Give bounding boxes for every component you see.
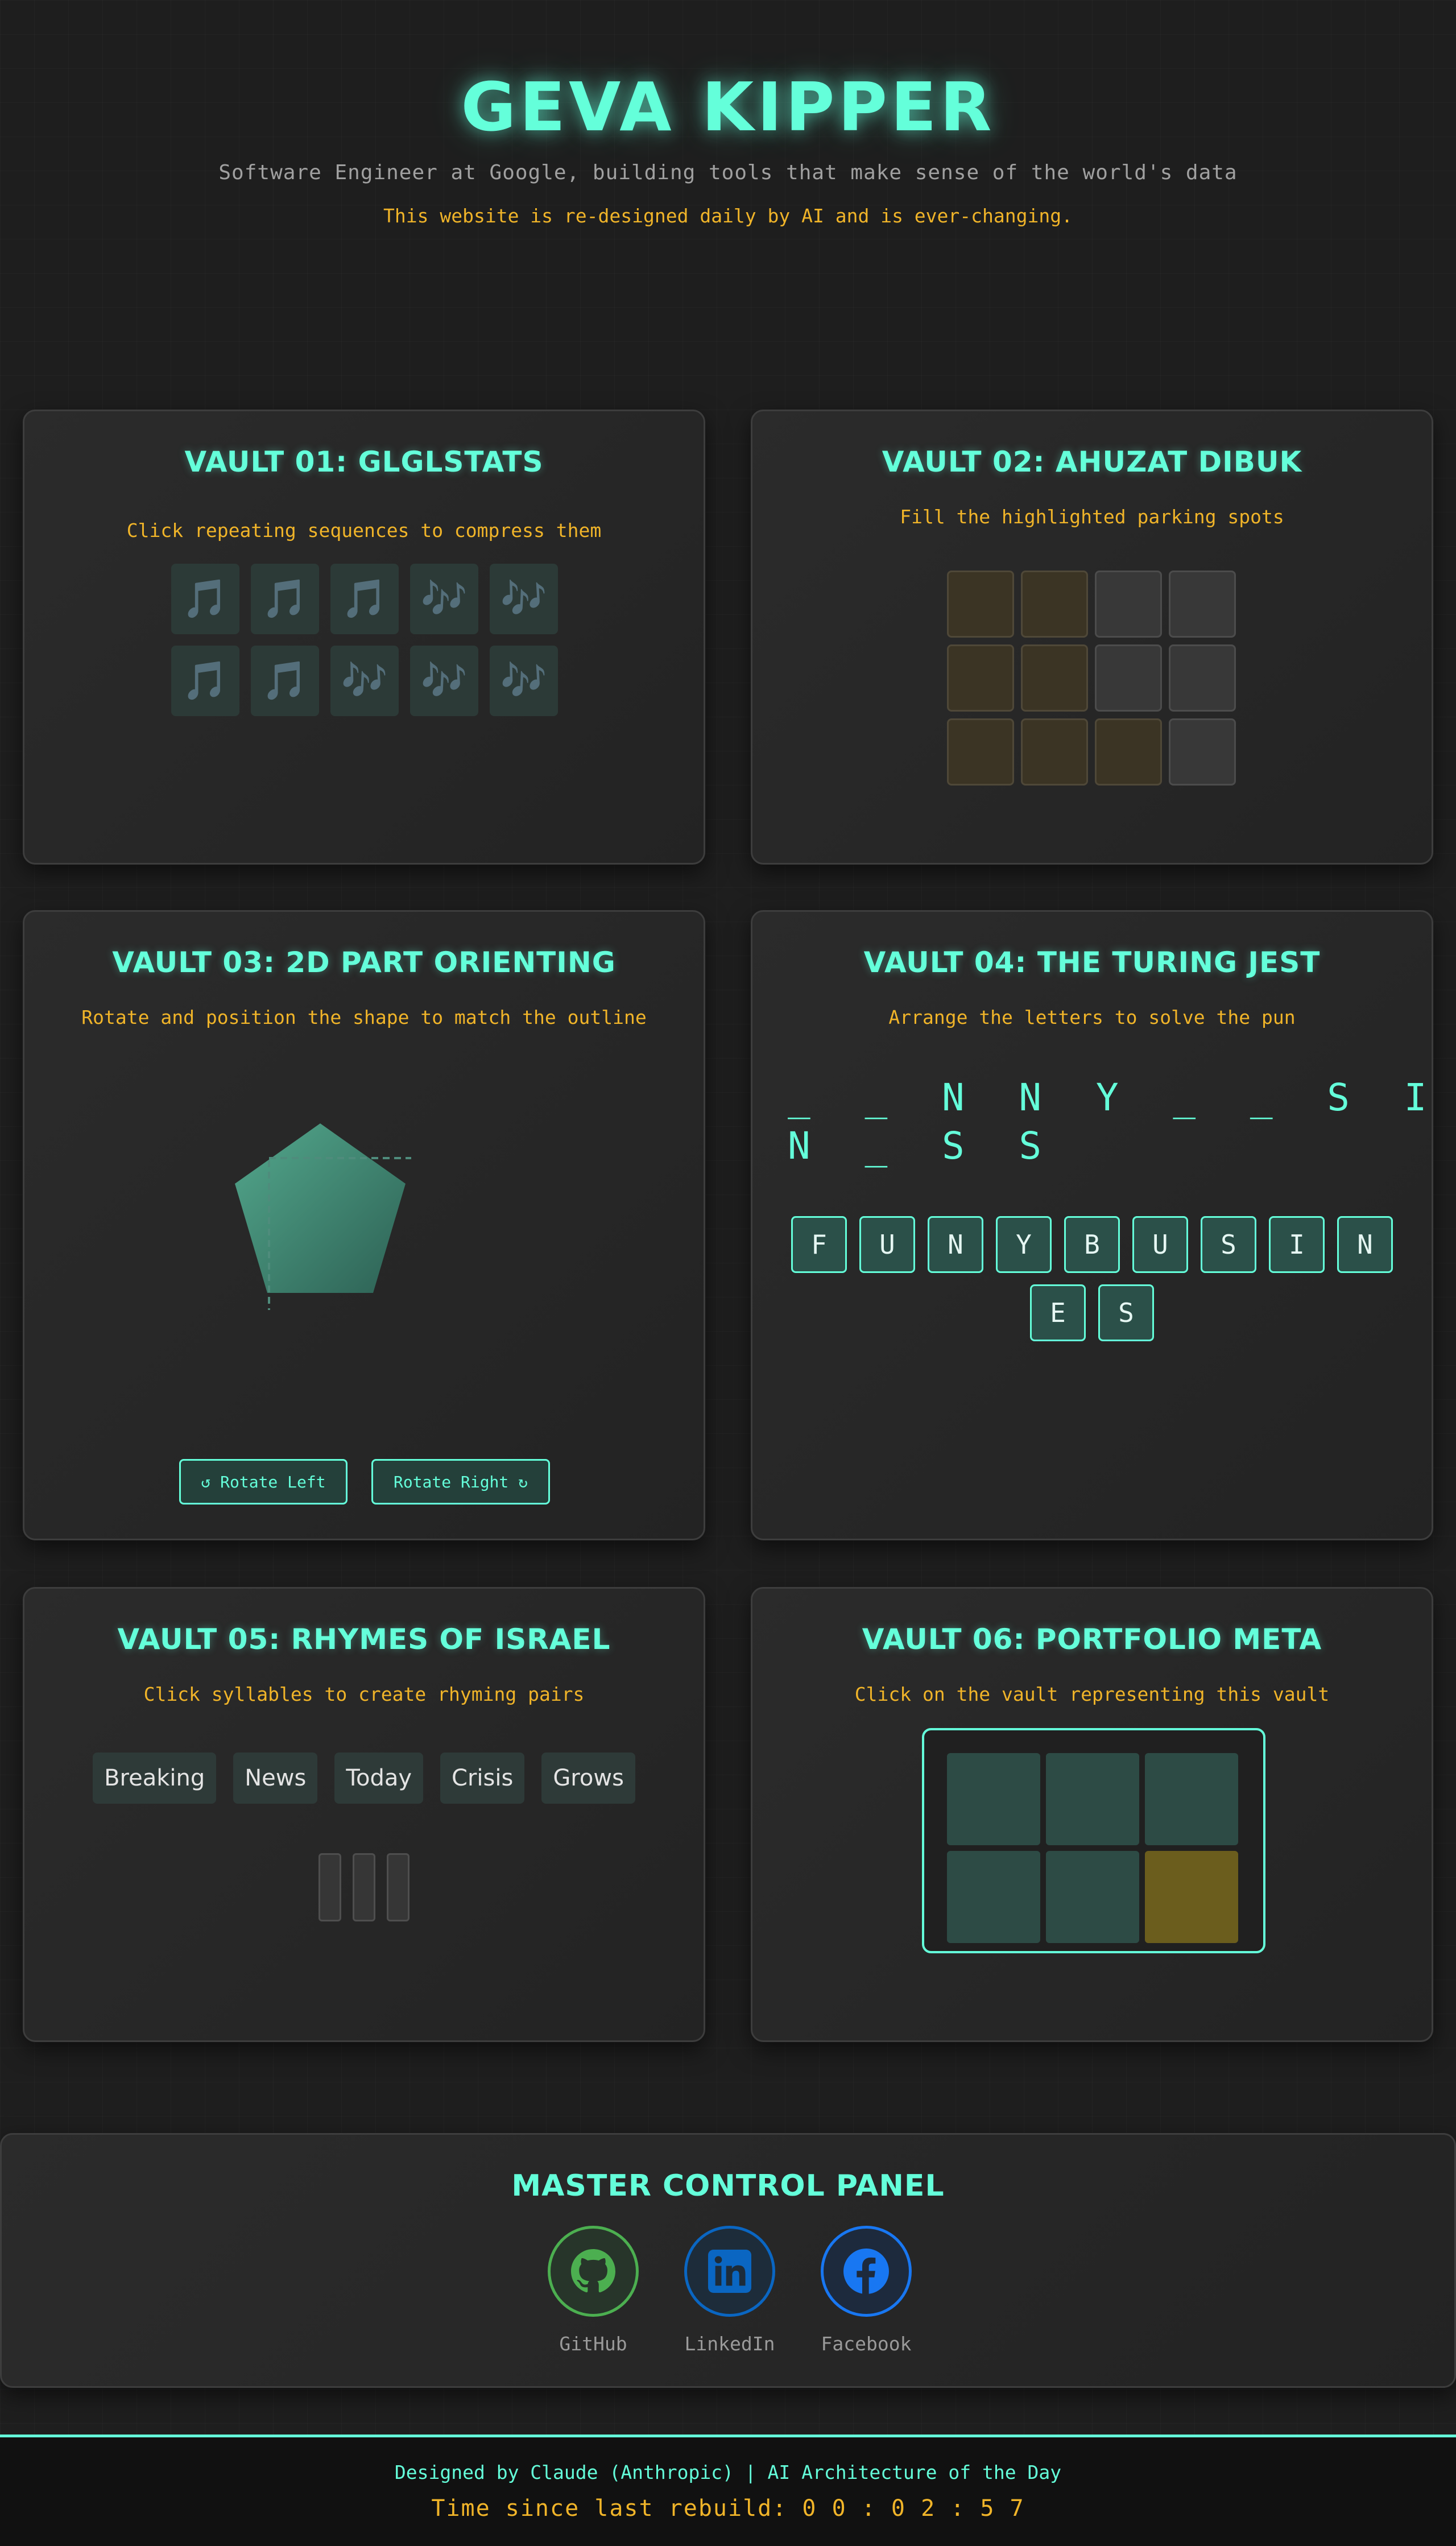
vault-06-instruction: Click on the vault representing this vau… — [854, 1683, 1330, 1705]
parking-spot[interactable] — [947, 571, 1014, 638]
master-control-panel: MASTER CONTROL PANEL GitHub LinkedIn Fac… — [0, 2133, 1456, 2388]
letter-tile[interactable]: Y — [996, 1216, 1052, 1273]
letter-tile[interactable]: N — [928, 1216, 983, 1273]
parking-spot[interactable] — [1021, 571, 1088, 638]
letter-tile[interactable]: U — [859, 1216, 915, 1273]
vault-04-card: VAULT 04: THE TURING JEST Arrange the le… — [751, 910, 1433, 1540]
site-subtitle: Software Engineer at Google, building to… — [218, 161, 1238, 184]
vault-06-title: VAULT 06: PORTFOLIO META — [862, 1623, 1322, 1656]
music-notes-tile[interactable]: 🎶 — [490, 564, 558, 634]
parking-grid — [947, 571, 1236, 786]
vault-05-card: VAULT 05: RHYMES OF ISRAEL Click syllabl… — [23, 1587, 705, 2042]
mini-vault-cell[interactable] — [947, 1753, 1040, 1845]
rhyme-slot[interactable] — [318, 1853, 341, 1921]
vault-01-card: VAULT 01: GLGLSTATS Click repeating sequ… — [23, 410, 705, 865]
letter-tile[interactable]: S — [1098, 1284, 1154, 1341]
music-note-tile[interactable]: 🎵 — [330, 564, 399, 634]
rhyme-slots — [24, 1853, 704, 1921]
linkedin-icon — [684, 2226, 775, 2317]
parking-spot[interactable] — [1021, 718, 1088, 786]
mini-vault-grid — [947, 1753, 1238, 1943]
letter-tile[interactable]: N — [1337, 1216, 1393, 1273]
site-header: GEVA KIPPER Software Engineer at Google,… — [0, 0, 1456, 341]
facebook-label: Facebook — [821, 2333, 912, 2355]
syllable-chip[interactable]: Crisis — [440, 1753, 525, 1804]
vault-04-instruction: Arrange the letters to solve the pun — [888, 1006, 1296, 1028]
parking-spot[interactable] — [1095, 718, 1162, 786]
music-note-tile[interactable]: 🎵 — [251, 646, 319, 716]
letter-tile[interactable]: U — [1132, 1216, 1188, 1273]
vault-01-title: VAULT 01: GLGLSTATS — [184, 445, 544, 478]
site-title: GEVA KIPPER — [461, 68, 995, 146]
vault-02-card: VAULT 02: AHUZAT DIBUK Fill the highligh… — [751, 410, 1433, 865]
mini-vault-cell[interactable] — [947, 1851, 1040, 1943]
pun-puzzle-line-1: _ _ N N Y _ _ S I — [788, 1076, 1443, 1119]
letter-tile[interactable]: S — [1201, 1216, 1256, 1273]
parking-spot[interactable] — [1095, 571, 1162, 638]
letter-tile[interactable]: E — [1030, 1284, 1086, 1341]
facebook-link[interactable]: Facebook — [821, 2226, 912, 2355]
vault-05-title: VAULT 05: RHYMES OF ISRAEL — [117, 1623, 611, 1656]
rhyme-slot[interactable] — [353, 1853, 375, 1921]
mini-vault-cell[interactable] — [1145, 1851, 1238, 1943]
vault-03-instruction: Rotate and position the shape to match t… — [81, 1006, 647, 1028]
music-notes-tile[interactable]: 🎶 — [330, 646, 399, 716]
letter-tiles-row-2: E S — [752, 1284, 1432, 1341]
letter-tile[interactable]: I — [1269, 1216, 1325, 1273]
vault-03-title: VAULT 03: 2D PART ORIENTING — [112, 946, 616, 979]
parking-spot[interactable] — [1169, 644, 1236, 712]
letter-tile[interactable]: F — [791, 1216, 847, 1273]
shape-workspace — [235, 1123, 411, 1310]
letter-tile[interactable]: B — [1064, 1216, 1120, 1273]
music-notes-tile[interactable]: 🎶 — [410, 564, 478, 634]
parking-spot[interactable] — [947, 644, 1014, 712]
music-notes-tile[interactable]: 🎶 — [490, 646, 558, 716]
redesign-notice: This website is re-designed daily by AI … — [383, 205, 1073, 227]
rotate-right-button[interactable]: Rotate Right ↻ — [371, 1459, 550, 1505]
music-tile-grid: 🎵 🎵 🎵 🎶 🎶 🎵 🎵 🎶 🎶 🎶 — [171, 564, 564, 716]
rhyme-slot[interactable] — [387, 1853, 410, 1921]
linkedin-label: LinkedIn — [684, 2333, 775, 2355]
rebuild-timer: Time since last rebuild: 0 0 : 0 2 : 5 7 — [431, 2495, 1025, 2522]
mini-portfolio-frame — [922, 1728, 1265, 1953]
parking-spot[interactable] — [1169, 571, 1236, 638]
parking-spot[interactable] — [1095, 644, 1162, 712]
vault-05-instruction: Click syllables to create rhyming pairs — [143, 1683, 585, 1705]
vault-04-title: VAULT 04: THE TURING JEST — [863, 946, 1321, 979]
vault-02-instruction: Fill the highlighted parking spots — [900, 506, 1284, 528]
music-notes-tile[interactable]: 🎶 — [410, 646, 478, 716]
pentagon-shape[interactable] — [235, 1123, 406, 1293]
syllable-chip[interactable]: Grows — [541, 1753, 635, 1804]
facebook-icon — [821, 2226, 912, 2317]
parking-spot[interactable] — [1169, 718, 1236, 786]
vault-01-instruction: Click repeating sequences to compress th… — [126, 519, 602, 542]
site-footer: Designed by Claude (Anthropic) | AI Arch… — [0, 2435, 1456, 2546]
syllable-chip[interactable]: News — [233, 1753, 318, 1804]
github-label: GitHub — [559, 2333, 627, 2355]
linkedin-link[interactable]: LinkedIn — [684, 2226, 775, 2355]
music-note-tile[interactable]: 🎵 — [171, 646, 239, 716]
syllable-chip[interactable]: Today — [334, 1753, 424, 1804]
vault-02-title: VAULT 02: AHUZAT DIBUK — [882, 445, 1302, 478]
github-icon — [548, 2226, 639, 2317]
mini-vault-cell[interactable] — [1046, 1753, 1139, 1845]
footer-credits: Designed by Claude (Anthropic) | AI Arch… — [394, 2461, 1062, 2483]
music-note-tile[interactable]: 🎵 — [171, 564, 239, 634]
mini-vault-cell[interactable] — [1046, 1851, 1139, 1943]
music-note-tile[interactable]: 🎵 — [251, 564, 319, 634]
syllable-row: Breaking News Today Crisis Grows — [24, 1753, 704, 1804]
parking-spot[interactable] — [947, 718, 1014, 786]
rotate-left-button[interactable]: ↺ Rotate Left — [179, 1459, 348, 1505]
mini-vault-cell[interactable] — [1145, 1753, 1238, 1845]
parking-spot[interactable] — [1021, 644, 1088, 712]
github-link[interactable]: GitHub — [548, 2226, 639, 2355]
vault-03-card: VAULT 03: 2D PART ORIENTING Rotate and p… — [23, 910, 705, 1540]
letter-tiles-row-1: F U N Y B U S I N — [752, 1216, 1432, 1273]
syllable-chip[interactable]: Breaking — [93, 1753, 217, 1804]
vault-06-card: VAULT 06: PORTFOLIO META Click on the va… — [751, 1587, 1433, 2042]
pun-puzzle-line-2: N _ S S — [788, 1124, 1058, 1168]
control-panel-title: MASTER CONTROL PANEL — [511, 2169, 945, 2203]
